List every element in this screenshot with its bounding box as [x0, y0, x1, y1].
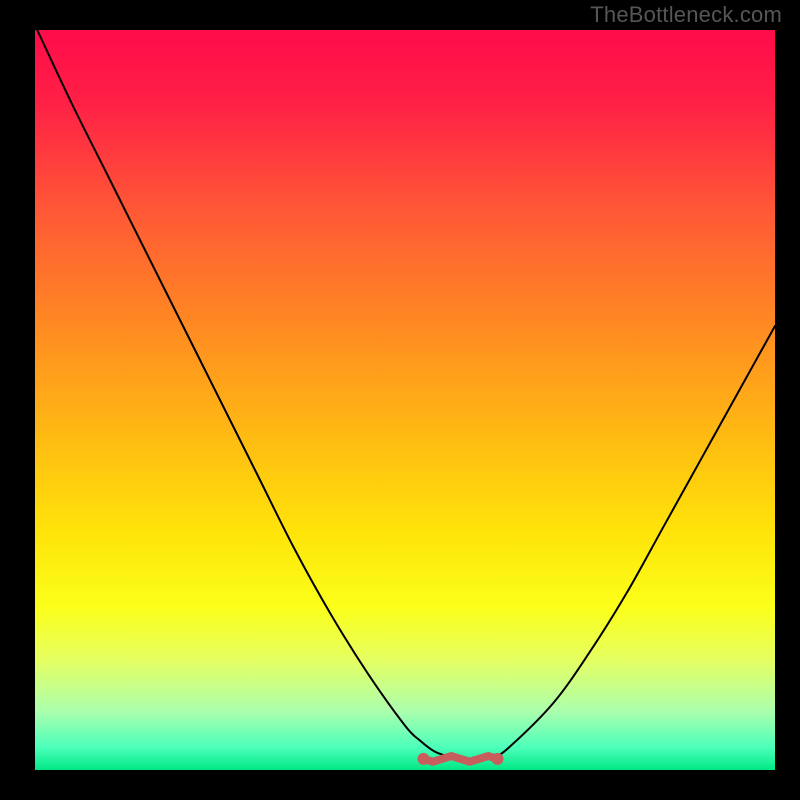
watermark-text: TheBottleneck.com [590, 2, 782, 28]
zero-band-endpoint-left [418, 753, 430, 765]
zero-band-endpoint-right [492, 753, 504, 765]
plot-background [35, 30, 775, 770]
chart-frame: { "watermark": "TheBottleneck.com", "cha… [0, 0, 800, 800]
bottleneck-chart [0, 0, 800, 800]
